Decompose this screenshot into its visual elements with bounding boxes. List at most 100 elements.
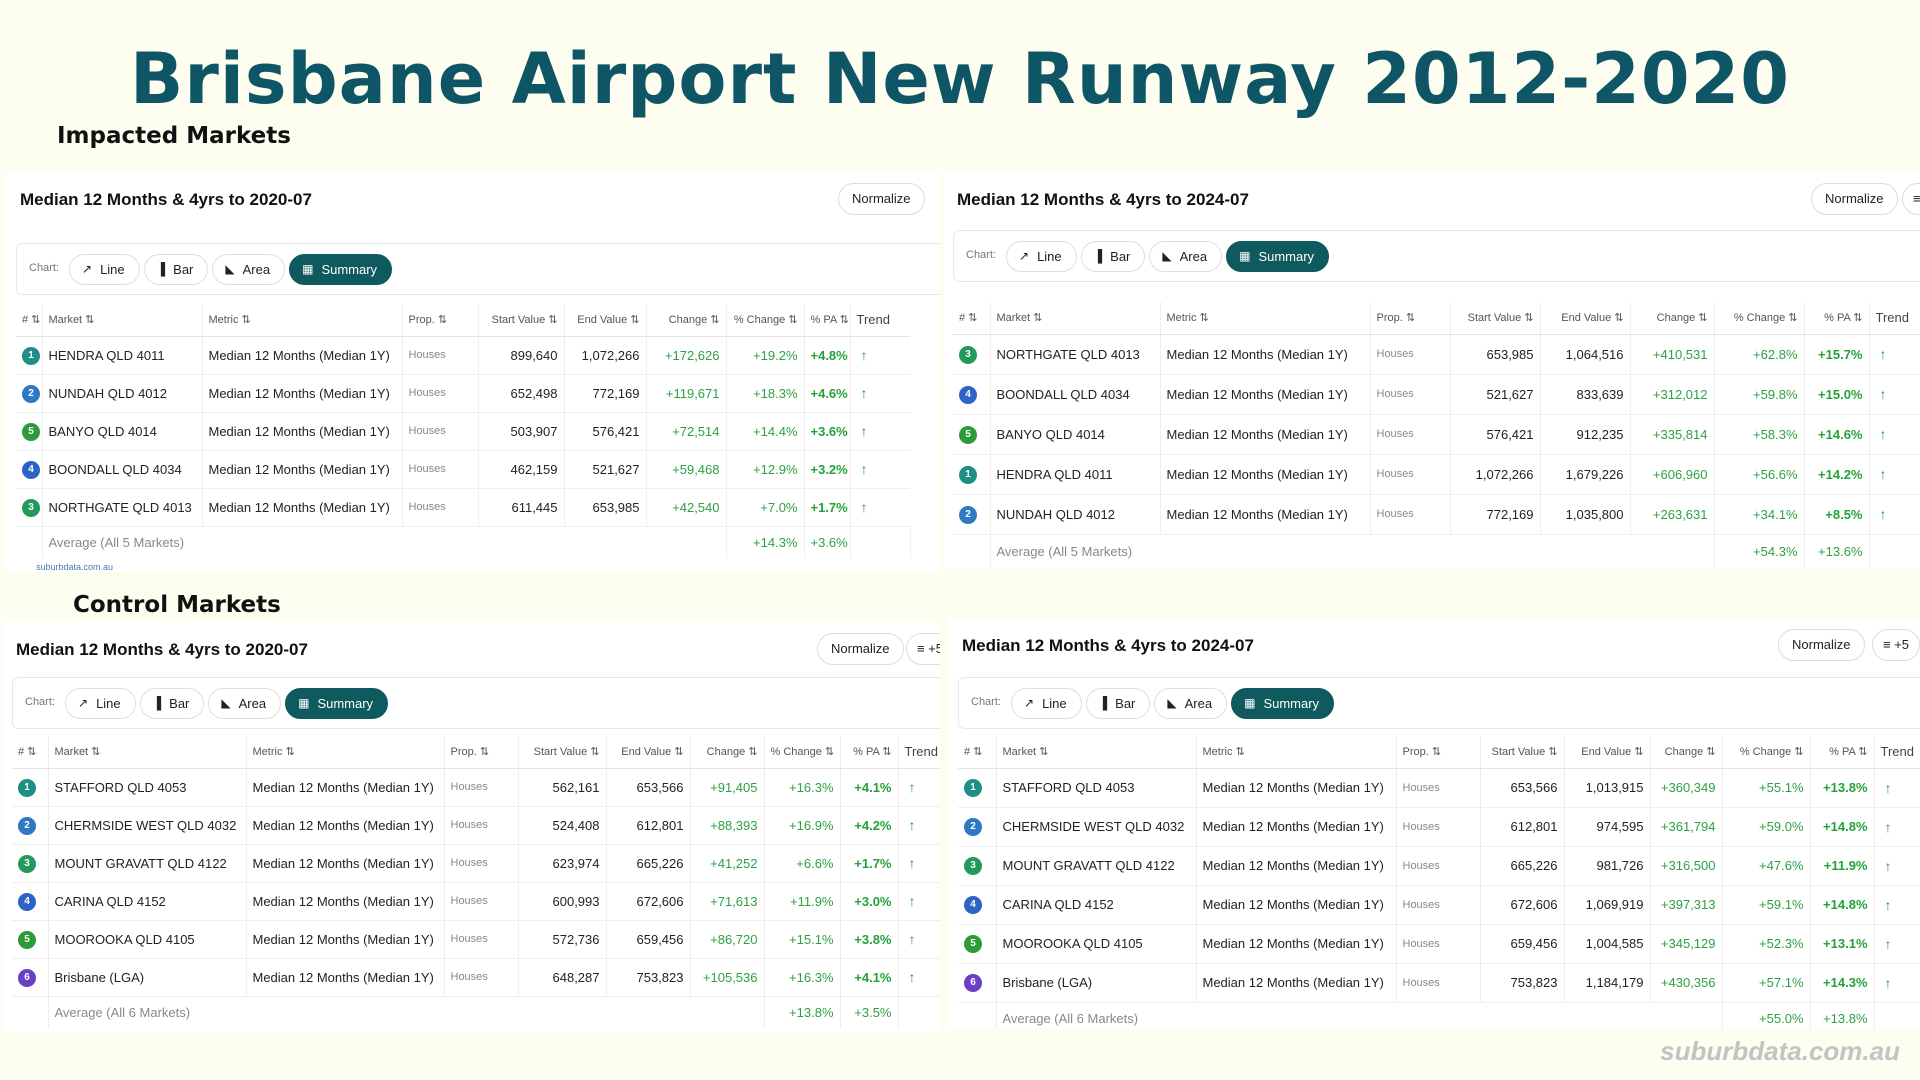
table-row[interactable]: 3 MOUNT GRAVATT QLD 4122 Median 12 Months … xyxy=(12,844,940,883)
column-header-rank[interactable]: # ⇅ xyxy=(958,736,997,769)
column-header-metric[interactable]: Metric ⇅ xyxy=(1160,302,1371,335)
table-row[interactable]: 4 BOONDALL QLD 4034 Median 12 Months (Medi… xyxy=(16,450,910,489)
column-header-metric[interactable]: Metric ⇅ xyxy=(202,304,403,337)
column-header-change[interactable]: Change ⇅ xyxy=(1630,302,1715,335)
table-row[interactable]: 5 BANYO QLD 4014 Median 12 Months (Median … xyxy=(953,414,1920,455)
column-header-start-value[interactable]: Start Value ⇅ xyxy=(478,304,565,337)
chart-bar-button[interactable]: ▐ Bar xyxy=(143,254,209,285)
chart-area-button[interactable]: ◣ Area xyxy=(208,688,282,719)
table-row[interactable]: 2 NUNDAH QLD 4012 Median 12 Months (Median… xyxy=(16,374,910,413)
column-header-prop[interactable]: Prop. ⇅ xyxy=(1370,302,1451,335)
table-row[interactable]: 4 CARINA QLD 4152 Median 12 Months (Median… xyxy=(12,882,940,921)
column-header-market[interactable]: Market ⇅ xyxy=(42,304,203,337)
column-header-prop[interactable]: Prop. ⇅ xyxy=(1396,736,1481,769)
market-cell[interactable]: MOUNT GRAVATT QLD 4122 xyxy=(48,844,247,883)
market-cell[interactable]: Brisbane (LGA) xyxy=(48,958,247,997)
table-row[interactable]: 1 STAFFORD QLD 4053 Median 12 Months (Medi… xyxy=(958,768,1920,808)
market-cell[interactable]: BOONDALL QLD 4034 xyxy=(990,374,1161,415)
chart-bar-button[interactable]: ▐ Bar xyxy=(139,688,205,719)
layers-button[interactable]: ≡ +5 xyxy=(906,633,940,665)
column-header-start-value[interactable]: Start Value ⇅ xyxy=(518,736,607,769)
chart-area-button[interactable]: ◣ Area xyxy=(212,254,286,285)
chart-summary-button[interactable]: ▦ Summary xyxy=(1231,688,1335,719)
column-header-change[interactable]: % Change ⇅ xyxy=(764,736,841,769)
market-cell[interactable]: CARINA QLD 4152 xyxy=(48,882,247,921)
column-header-end-value[interactable]: End Value ⇅ xyxy=(564,304,647,337)
column-header-market[interactable]: Market ⇅ xyxy=(48,736,247,769)
table-row[interactable]: 3 NORTHGATE QLD 4013 Median 12 Months (Med… xyxy=(16,488,910,527)
market-cell[interactable]: STAFFORD QLD 4053 xyxy=(48,768,247,807)
table-row[interactable]: 2 NUNDAH QLD 4012 Median 12 Months (Median… xyxy=(953,494,1920,535)
column-header-change[interactable]: Change ⇅ xyxy=(690,736,765,769)
column-header-metric[interactable]: Metric ⇅ xyxy=(1196,736,1397,769)
market-cell[interactable]: HENDRA QLD 4011 xyxy=(42,336,203,375)
market-cell[interactable]: NUNDAH QLD 4012 xyxy=(990,494,1161,535)
column-header-rank[interactable]: # ⇅ xyxy=(953,302,991,335)
table-row[interactable]: 2 CHERMSIDE WEST QLD 4032 Median 12 Months… xyxy=(12,806,940,845)
table-row[interactable]: 4 CARINA QLD 4152 Median 12 Months (Median… xyxy=(958,885,1920,925)
chart-summary-button[interactable]: ▦ Summary xyxy=(285,688,389,719)
column-header-end-value[interactable]: End Value ⇅ xyxy=(1564,736,1651,769)
normalize-button[interactable]: Normalize xyxy=(1778,629,1865,661)
column-header-metric[interactable]: Metric ⇅ xyxy=(246,736,445,769)
column-header-market[interactable]: Market ⇅ xyxy=(996,736,1197,769)
market-cell[interactable]: STAFFORD QLD 4053 xyxy=(996,768,1197,808)
column-header-change[interactable]: Change ⇅ xyxy=(1650,736,1723,769)
column-header-pa[interactable]: % PA ⇅ xyxy=(804,304,851,337)
chart-bar-button[interactable]: ▐ Bar xyxy=(1080,241,1146,272)
market-cell[interactable]: BANYO QLD 4014 xyxy=(990,414,1161,455)
chart-summary-button[interactable]: ▦ Summary xyxy=(1226,241,1330,272)
table-row[interactable]: 1 HENDRA QLD 4011 Median 12 Months (Median… xyxy=(16,336,910,375)
market-cell[interactable]: NORTHGATE QLD 4013 xyxy=(990,334,1161,375)
column-header-change[interactable]: Change ⇅ xyxy=(646,304,727,337)
normalize-button[interactable]: Normalize xyxy=(817,633,904,665)
chart-line-button[interactable]: ↗ Line xyxy=(1006,241,1077,272)
layers-button[interactable]: ≡ +5 xyxy=(1902,183,1920,215)
layers-button[interactable]: ≡ +5 xyxy=(1872,629,1920,661)
normalize-button[interactable]: Normalize xyxy=(1811,183,1898,215)
column-header-rank[interactable]: # ⇅ xyxy=(12,736,49,769)
market-cell[interactable]: Brisbane (LGA) xyxy=(996,963,1197,1003)
column-header-prop[interactable]: Prop. ⇅ xyxy=(402,304,479,337)
column-header-market[interactable]: Market ⇅ xyxy=(990,302,1161,335)
table-row[interactable]: 4 BOONDALL QLD 4034 Median 12 Months (Medi… xyxy=(953,374,1920,415)
column-header-pa[interactable]: % PA ⇅ xyxy=(1810,736,1875,769)
column-header-prop[interactable]: Prop. ⇅ xyxy=(444,736,519,769)
market-cell[interactable]: BOONDALL QLD 4034 xyxy=(42,450,203,489)
market-cell[interactable]: CHERMSIDE WEST QLD 4032 xyxy=(48,806,247,845)
chart-bar-button[interactable]: ▐ Bar xyxy=(1085,688,1151,719)
column-header-start-value[interactable]: Start Value ⇅ xyxy=(1480,736,1565,769)
market-cell[interactable]: MOOROOKA QLD 4105 xyxy=(996,924,1197,964)
table-row[interactable]: 1 STAFFORD QLD 4053 Median 12 Months (Medi… xyxy=(12,768,940,807)
table-row[interactable]: 5 BANYO QLD 4014 Median 12 Months (Median … xyxy=(16,412,910,451)
column-header-end-value[interactable]: End Value ⇅ xyxy=(606,736,691,769)
table-row[interactable]: 5 MOOROOKA QLD 4105 Median 12 Months (Medi… xyxy=(958,924,1920,964)
market-cell[interactable]: MOUNT GRAVATT QLD 4122 xyxy=(996,846,1197,886)
chart-summary-button[interactable]: ▦ Summary xyxy=(289,254,393,285)
chart-area-button[interactable]: ◣ Area xyxy=(1149,241,1223,272)
column-header-start-value[interactable]: Start Value ⇅ xyxy=(1450,302,1541,335)
market-cell[interactable]: BANYO QLD 4014 xyxy=(42,412,203,451)
market-cell[interactable]: CHERMSIDE WEST QLD 4032 xyxy=(996,807,1197,847)
column-header-pa[interactable]: % PA ⇅ xyxy=(840,736,899,769)
market-cell[interactable]: MOOROOKA QLD 4105 xyxy=(48,920,247,959)
column-header-change[interactable]: % Change ⇅ xyxy=(1722,736,1811,769)
column-header-rank[interactable]: # ⇅ xyxy=(16,304,43,337)
table-row[interactable]: 6 Brisbane (LGA) Median 12 Months (Median … xyxy=(958,963,1920,1003)
chart-line-button[interactable]: ↗ Line xyxy=(65,688,136,719)
column-header-pa[interactable]: % PA ⇅ xyxy=(1804,302,1870,335)
column-header-end-value[interactable]: End Value ⇅ xyxy=(1540,302,1631,335)
column-header-change[interactable]: % Change ⇅ xyxy=(726,304,805,337)
table-row[interactable]: 3 NORTHGATE QLD 4013 Median 12 Months (Med… xyxy=(953,334,1920,375)
table-row[interactable]: 5 MOOROOKA QLD 4105 Median 12 Months (Medi… xyxy=(12,920,940,959)
chart-line-button[interactable]: ↗ Line xyxy=(1011,688,1082,719)
table-row[interactable]: 2 CHERMSIDE WEST QLD 4032 Median 12 Months… xyxy=(958,807,1920,847)
column-header-change[interactable]: % Change ⇅ xyxy=(1714,302,1805,335)
table-row[interactable]: 1 HENDRA QLD 4011 Median 12 Months (Median… xyxy=(953,454,1920,495)
market-cell[interactable]: NUNDAH QLD 4012 xyxy=(42,374,203,413)
table-row[interactable]: 3 MOUNT GRAVATT QLD 4122 Median 12 Months … xyxy=(958,846,1920,886)
normalize-button[interactable]: Normalize xyxy=(838,183,925,215)
market-cell[interactable]: NORTHGATE QLD 4013 xyxy=(42,488,203,527)
chart-area-button[interactable]: ◣ Area xyxy=(1154,688,1228,719)
chart-line-button[interactable]: ↗ Line xyxy=(69,254,140,285)
